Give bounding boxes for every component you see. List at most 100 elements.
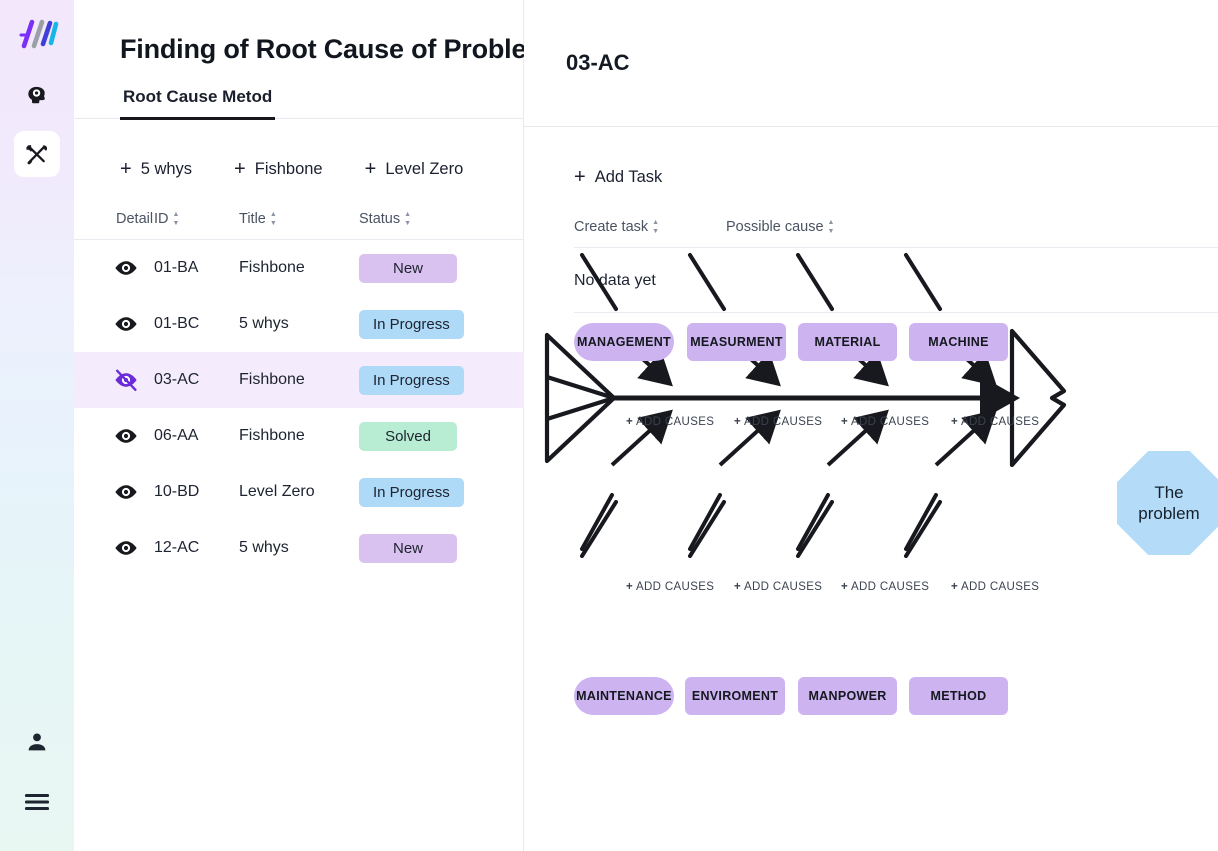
- row-status: Solved: [359, 421, 524, 451]
- row-detail-toggle[interactable]: [74, 534, 154, 562]
- eye-icon: [115, 317, 137, 331]
- row-detail-toggle[interactable]: [74, 366, 154, 394]
- detail-panel-body: + Add Task Create task ▲ ▼ Possible cause…: [524, 127, 1218, 851]
- fishbone-top-connectors: [580, 253, 942, 311]
- app-root: Finding of Root Cause of Problem Root Ca…: [0, 0, 1218, 851]
- plus-icon: +: [626, 416, 634, 428]
- tab-bar: Root Cause Metod: [74, 87, 523, 120]
- add-5-whys-label: 5 whys: [140, 159, 193, 178]
- sort-icon[interactable]: ▲ ▼: [270, 211, 277, 227]
- add-fishbone-button[interactable]: + Fishbone: [234, 159, 323, 179]
- app-logo[interactable]: [13, 11, 61, 57]
- add-causes-button[interactable]: + ADD CAUSES: [841, 416, 929, 428]
- eye-icon: [115, 541, 137, 555]
- row-id: 10-BD: [154, 483, 200, 500]
- plus-icon: +: [234, 158, 246, 180]
- row-detail-toggle[interactable]: [74, 254, 154, 282]
- method-actions: + 5 whys + Fishbone + Level Zero: [74, 119, 523, 179]
- column-header-title[interactable]: Title ▲ ▼: [239, 211, 359, 227]
- row-detail-toggle[interactable]: [74, 310, 154, 338]
- add-causes-label: ADD CAUSES: [744, 416, 823, 428]
- row-status: In Progress: [359, 477, 524, 507]
- table-row[interactable]: 10-BD Level Zero In Progress: [74, 464, 524, 520]
- add-causes-button[interactable]: + ADD CAUSES: [626, 416, 714, 428]
- row-title: 5 whys: [239, 539, 289, 556]
- sidebar-item-insights[interactable]: [14, 71, 60, 117]
- fishbone-category-box[interactable]: MATERIAL: [798, 323, 897, 361]
- add-level-zero-label: Level Zero: [385, 159, 464, 178]
- add-causes-label: ADD CAUSES: [961, 416, 1040, 428]
- row-detail-toggle[interactable]: [74, 478, 154, 506]
- row-id: 01-BA: [154, 259, 199, 276]
- fishbone-category-box[interactable]: MANPOWER: [798, 677, 897, 715]
- add-causes-label: ADD CAUSES: [636, 416, 715, 428]
- plus-icon: +: [951, 581, 959, 593]
- sort-icon[interactable]: ▲ ▼: [652, 219, 659, 235]
- table-row[interactable]: 03-AC Fishbone In Progress: [74, 352, 524, 408]
- problem-line-2: problem: [1138, 504, 1200, 523]
- sort-icon[interactable]: ▲ ▼: [828, 219, 835, 235]
- add-causes-button[interactable]: + ADD CAUSES: [951, 416, 1039, 428]
- column-header-create-task[interactable]: Create task ▲ ▼: [574, 219, 726, 235]
- app-logo-icon: [19, 19, 59, 49]
- add-fishbone-label: Fishbone: [254, 159, 323, 178]
- row-status: New: [359, 533, 524, 563]
- fishbone-category-box[interactable]: MANAGEMENT: [574, 323, 674, 361]
- fishbone-category-box[interactable]: MEASURMENT: [687, 323, 786, 361]
- detail-panel-header: 03-AC Create task & close: [524, 0, 1218, 127]
- column-header-status[interactable]: Status ▲ ▼: [359, 211, 524, 227]
- column-header-status-label: Status: [359, 211, 401, 227]
- table-row[interactable]: 01-BA Fishbone New: [74, 240, 524, 296]
- add-5-whys-button[interactable]: + 5 whys: [120, 159, 192, 179]
- table-row[interactable]: 01-BC 5 whys In Progress: [74, 296, 524, 352]
- sidebar-item-tools[interactable]: [14, 131, 60, 177]
- plus-icon: +: [574, 166, 586, 188]
- row-detail-toggle[interactable]: [74, 422, 154, 450]
- add-causes-button[interactable]: + ADD CAUSES: [841, 581, 929, 593]
- fishbone-category-box[interactable]: ENVIROMENT: [685, 677, 785, 715]
- fishbone-category-box[interactable]: MAINTENANCE: [574, 677, 674, 715]
- sidebar-item-menu[interactable]: [14, 779, 60, 825]
- status-badge: New: [359, 533, 457, 563]
- eye-icon: [115, 485, 137, 499]
- fishbone-category-box[interactable]: METHOD: [909, 677, 1008, 715]
- table-header-row: Detail ID ▲ ▼ Title ▲ ▼ Status ▲ ▼: [74, 211, 524, 240]
- plus-icon: +: [951, 416, 959, 428]
- column-header-id[interactable]: ID ▲ ▼: [154, 211, 239, 227]
- sort-icon[interactable]: ▲ ▼: [404, 211, 411, 227]
- status-badge: In Progress: [359, 309, 464, 339]
- table-row[interactable]: 06-AA Fishbone Solved: [74, 408, 524, 464]
- row-id: 01-BC: [154, 315, 200, 332]
- add-causes-label: ADD CAUSES: [744, 581, 823, 593]
- column-header-actions: Actions: [1136, 219, 1218, 235]
- add-causes-button[interactable]: + ADD CAUSES: [951, 581, 1039, 593]
- fishbone-bottom-connectors: [580, 500, 942, 558]
- column-header-possible-cause-label: Possible cause: [726, 219, 824, 235]
- row-title: Fishbone: [239, 371, 305, 388]
- column-header-possible-cause[interactable]: Possible cause ▲ ▼: [726, 219, 1136, 235]
- fish-head: [1009, 328, 1067, 468]
- status-badge: In Progress: [359, 477, 464, 507]
- status-badge: In Progress: [359, 365, 464, 395]
- add-causes-label: ADD CAUSES: [636, 581, 715, 593]
- add-causes-button[interactable]: + ADD CAUSES: [626, 581, 714, 593]
- plus-icon: +: [734, 581, 742, 593]
- add-level-zero-button[interactable]: + Level Zero: [365, 159, 464, 179]
- status-badge: New: [359, 253, 457, 283]
- sort-icon[interactable]: ▲ ▼: [173, 211, 180, 227]
- add-task-button[interactable]: + Add Task: [574, 167, 1218, 187]
- left-rail: [0, 0, 74, 851]
- add-task-label: Add Task: [594, 167, 663, 186]
- table-row[interactable]: 12-AC 5 whys New: [74, 520, 524, 576]
- sidebar-item-account[interactable]: [14, 719, 60, 765]
- root-cause-table: Detail ID ▲ ▼ Title ▲ ▼ Status ▲ ▼ 01-BA Fis…: [74, 211, 524, 576]
- problem-line-1: The: [1154, 482, 1184, 502]
- status-badge: Solved: [359, 421, 457, 451]
- plus-icon: +: [841, 581, 849, 593]
- add-causes-button[interactable]: + ADD CAUSES: [734, 581, 822, 593]
- rail-bottom-group: [14, 705, 60, 825]
- task-table-header-row: Create task ▲▼ Possible cause ▲▼ Actions: [574, 219, 1218, 248]
- fishbone-category-box[interactable]: MACHINE: [909, 323, 1008, 361]
- add-causes-button[interactable]: + ADD CAUSES: [734, 416, 822, 428]
- tab-root-cause-method[interactable]: Root Cause Metod: [120, 87, 276, 120]
